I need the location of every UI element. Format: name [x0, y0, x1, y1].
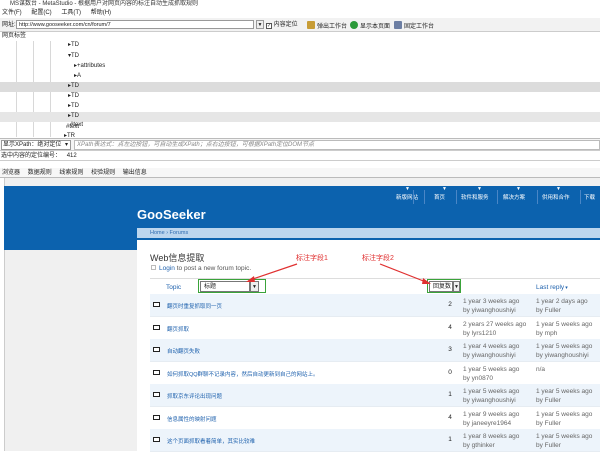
annotation-arrow-icon	[249, 263, 298, 281]
annotation-arrows	[246, 263, 431, 284]
annotation-arrow-icon	[379, 263, 427, 283]
arrowhead-icon	[246, 276, 255, 282]
arrowhead-icon	[422, 278, 431, 284]
